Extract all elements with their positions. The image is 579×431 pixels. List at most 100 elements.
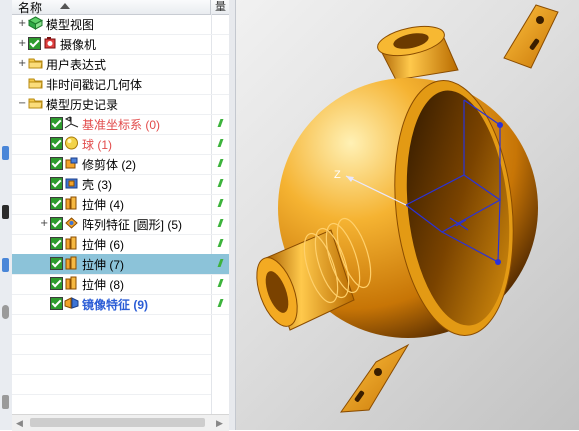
tree-row-label: 模型历史记录: [46, 98, 119, 112]
sphere-icon: [64, 136, 79, 150]
extrude-icon: [64, 236, 79, 250]
column-divider[interactable]: [210, 0, 211, 14]
expand-icon[interactable]: +: [18, 39, 26, 49]
tree-row[interactable]: + 阵列特征 [圆形] (5): [12, 214, 229, 235]
scrollbar-thumb[interactable]: [30, 418, 205, 427]
visibility-checkbox[interactable]: [50, 137, 63, 150]
tree-row-label: 拉伸 (6): [82, 238, 125, 252]
expand-icon[interactable]: +: [18, 19, 26, 29]
tree-row-label: 阵列特征 [圆形] (5): [82, 218, 183, 232]
flange-hole: [536, 16, 544, 24]
pattern-feature-icon: [64, 216, 79, 230]
sort-ascending-icon[interactable]: [60, 3, 70, 9]
visibility-checkbox[interactable]: [50, 197, 63, 210]
empty-row: [12, 394, 211, 415]
tree-row[interactable]: 球 (1): [12, 134, 229, 155]
empty-row: [12, 334, 211, 355]
up-to-date-icon: [217, 239, 224, 247]
extrude-icon: [64, 196, 79, 210]
navigator-header: 名称 量: [12, 0, 229, 15]
bottom-flange[interactable]: [339, 343, 410, 413]
tree-row[interactable]: + 模型视图: [12, 14, 229, 35]
up-to-date-icon: [217, 159, 224, 167]
empty-row: [12, 354, 211, 375]
folder-icon: [28, 56, 43, 70]
sketch-point: [497, 122, 503, 128]
visibility-checkbox[interactable]: [50, 177, 63, 190]
tree-row[interactable]: + 摄像机: [12, 34, 229, 55]
tree-row-label: 用户表达式: [46, 58, 107, 72]
camera-icon: [42, 36, 57, 50]
up-to-date-icon: [217, 119, 224, 127]
tree-row-label: 拉伸 (7): [82, 258, 125, 272]
tree-row[interactable]: 基准坐标系 (0): [12, 114, 229, 135]
resource-tab-icon[interactable]: [2, 395, 9, 409]
expand-icon[interactable]: +: [40, 219, 48, 229]
folder-icon: [28, 76, 43, 90]
trim-body-icon: [64, 156, 79, 170]
empty-row: [12, 314, 211, 335]
tree-row-label: 球 (1): [82, 138, 113, 152]
tree-row-label: 修剪体 (2): [82, 158, 137, 172]
tree-row[interactable]: 拉伸 (7): [12, 254, 229, 275]
model-views-icon: [27, 16, 44, 30]
tree-row-label: 镜像特征 (9): [82, 298, 149, 312]
up-to-date-icon: [217, 259, 224, 267]
tree-row[interactable]: 非时间戳记几何体: [12, 74, 229, 95]
column-header-latest[interactable]: 量: [215, 0, 226, 14]
visibility-checkbox[interactable]: [50, 277, 63, 290]
scroll-left-icon[interactable]: ◀: [16, 418, 23, 429]
shell-icon: [64, 176, 79, 190]
tree-row-label: 拉伸 (4): [82, 198, 125, 212]
resource-tab-icon[interactable]: [2, 146, 9, 160]
tree-row-label: 摄像机: [60, 38, 97, 52]
tree-row-label: 拉伸 (8): [82, 278, 125, 292]
horizontal-scrollbar[interactable]: ◀ ▶: [12, 414, 229, 431]
up-to-date-icon: [217, 179, 224, 187]
scroll-right-icon[interactable]: ▶: [216, 418, 223, 429]
collapse-icon[interactable]: −: [18, 99, 26, 109]
pane-splitter[interactable]: [229, 0, 236, 430]
visibility-checkbox[interactable]: [50, 257, 63, 270]
top-flange[interactable]: [503, 4, 559, 69]
tree-row-label: 基准坐标系 (0): [82, 118, 161, 132]
up-to-date-icon: [217, 139, 224, 147]
visibility-checkbox[interactable]: [50, 237, 63, 250]
resource-tab-icon[interactable]: [2, 305, 9, 319]
z-axis-label: Z: [334, 169, 341, 181]
graphics-viewport[interactable]: Z: [236, 0, 579, 430]
resource-tab-icon[interactable]: [2, 205, 9, 219]
expand-icon[interactable]: +: [18, 59, 26, 69]
tree-row-label: 非时间戳记几何体: [46, 78, 143, 92]
tree-row-label: 壳 (3): [82, 178, 113, 192]
visibility-checkbox[interactable]: [50, 217, 63, 230]
model-view[interactable]: Z: [236, 0, 579, 430]
tree-row-label: 模型视图: [46, 18, 95, 32]
visibility-checkbox[interactable]: [28, 37, 41, 50]
tree-row[interactable]: 修剪体 (2): [12, 154, 229, 175]
visibility-checkbox[interactable]: [50, 117, 63, 130]
tree-row[interactable]: 拉伸 (4): [12, 194, 229, 215]
empty-row: [12, 374, 211, 395]
flange-hole: [374, 368, 382, 376]
tree-row[interactable]: + 用户表达式: [12, 54, 229, 75]
part-navigator: 名称 量 + 模型视图 + 摄像机 + 用户表达式非时间戳记几何体 − 模型历史记录基准坐标系…: [12, 0, 230, 431]
tree-row[interactable]: − 模型历史记录: [12, 94, 229, 115]
visibility-checkbox[interactable]: [50, 157, 63, 170]
tree-row[interactable]: 壳 (3): [12, 174, 229, 195]
resource-tab-icon[interactable]: [2, 258, 9, 272]
sketch-point: [495, 259, 501, 265]
up-to-date-icon: [217, 219, 224, 227]
extrude-icon: [64, 256, 79, 270]
tree-row[interactable]: 镜像特征 (9): [12, 294, 229, 315]
up-to-date-icon: [217, 199, 224, 207]
visibility-checkbox[interactable]: [50, 297, 63, 310]
datum-csys-icon: [64, 116, 79, 130]
up-to-date-icon: [217, 279, 224, 287]
mirror-feature-icon: [64, 296, 79, 310]
tree-row[interactable]: 拉伸 (6): [12, 234, 229, 255]
extrude-icon: [64, 276, 79, 290]
folder-icon: [28, 96, 43, 110]
up-to-date-icon: [217, 299, 224, 307]
tree-row[interactable]: 拉伸 (8): [12, 274, 229, 295]
